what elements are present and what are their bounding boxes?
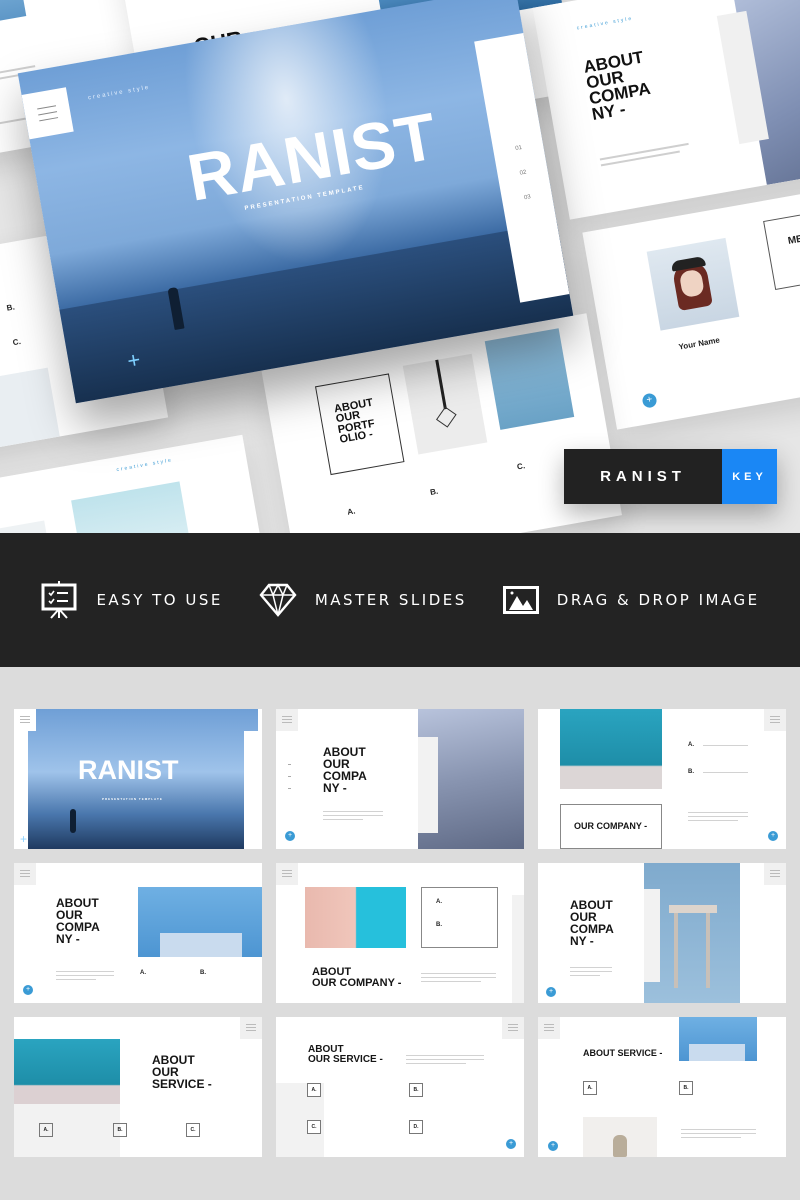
plus-icon[interactable]: +: [546, 987, 556, 997]
hamburger-icon[interactable]: [14, 863, 36, 885]
cover-title: RANIST: [78, 755, 179, 785]
table-photo: [138, 887, 262, 957]
lamp-photo: [402, 353, 488, 455]
bicycle-photo: [14, 1039, 120, 1104]
thumbnail-about-company-3[interactable]: A. B. ABOUT OUR COMPANY -: [276, 863, 524, 1003]
slide-title: ABOUT OUR COMPA NY -: [56, 896, 100, 946]
person-silhouette: [70, 809, 76, 833]
thumbnail-about-service-1[interactable]: ABOUT OUR SERVICE - A. B. C.: [14, 1017, 262, 1157]
thumbnail-about-service-2[interactable]: ABOUT OUR SERVICE - A. C. B. D. +: [276, 1017, 524, 1157]
feature-drag-drop-image: DRAG & DROP IMAGE: [502, 586, 760, 614]
thumbnail-about-company-2[interactable]: ABOUT OUR COMPA NY - A. B. +: [14, 863, 262, 1003]
bicycle-photo: [560, 709, 662, 789]
bg-slide-team: Your Name MEET THE TEAM - A. B. +: [582, 175, 800, 430]
plus-icon[interactable]: +: [641, 392, 658, 409]
table-photo: [679, 1017, 757, 1061]
team-photo: [646, 237, 740, 331]
thumbnail-about-service-3[interactable]: ABOUT SERVICE - A. B. +: [538, 1017, 786, 1157]
list-frame: [421, 887, 498, 948]
hamburger-icon[interactable]: [21, 87, 74, 140]
brand-name: RANIST: [564, 449, 722, 504]
team-frame: MEET THE TEAM -: [763, 196, 800, 291]
stool-photo: [484, 328, 575, 430]
hamburger-icon[interactable]: [538, 1017, 560, 1039]
plus-icon[interactable]: +: [768, 831, 778, 841]
hamburger-icon[interactable]: [764, 863, 786, 885]
building-photo: [71, 481, 196, 533]
plus-icon: +: [20, 832, 28, 846]
portfolio-frame: ABOUT OUR PORTF OLIO -: [314, 373, 405, 476]
chair-photo: [583, 1117, 657, 1157]
thumbnail-about-company-1[interactable]: ABOUT OUR COMPA NY - +: [276, 709, 524, 849]
bg-slide-company-right: creative style ABOUT OUR COMPA NY -: [532, 0, 800, 220]
feature-label: MASTER SLIDES: [314, 591, 467, 609]
hamburger-icon[interactable]: [276, 863, 298, 885]
diamond-icon: [259, 583, 297, 617]
slide-title: ABOUT OUR COMPANY -: [312, 966, 402, 989]
slide-title: ABOUT OUR SERVICE -: [308, 1044, 383, 1065]
feature-band: EASY TO USE MASTER SLIDES DRAG & DROP IM…: [0, 533, 800, 667]
hamburger-icon[interactable]: [14, 709, 36, 731]
feature-easy-to-use: EASY TO USE: [40, 581, 222, 619]
slide-title: ABOUT OUR COMPA NY -: [323, 745, 367, 795]
hamburger-icon[interactable]: [240, 1017, 262, 1039]
feature-master-slides: MASTER SLIDES: [259, 583, 467, 617]
slide-title: ABOUT OUR COMPA NY -: [582, 47, 653, 125]
plus-icon[interactable]: +: [506, 1139, 516, 1149]
brand-badge: RANIST KEY: [564, 449, 777, 504]
hamburger-icon[interactable]: [276, 709, 298, 731]
hamburger-icon[interactable]: [502, 1017, 524, 1039]
plus-icon[interactable]: +: [548, 1141, 558, 1151]
hamburger-icon[interactable]: [764, 709, 786, 731]
hero-collage: OURCOMPANY - A. B. + creative style ABOU…: [0, 0, 800, 533]
slide-title: ABOUT OUR COMPA NY -: [570, 898, 614, 948]
bg-slide-building: creative style: [0, 434, 274, 533]
building-photo: [305, 887, 406, 948]
thumbnail-our-company[interactable]: OUR COMPANY - A. B. +: [538, 709, 786, 849]
presentation-board-icon: [41, 581, 77, 619]
format-badge: KEY: [722, 449, 777, 504]
feature-label: DRAG & DROP IMAGE: [556, 591, 760, 609]
thumbnail-cover[interactable]: RANIST PRESENTATION TEMPLATE +: [14, 709, 262, 849]
slide-title: ABOUT SERVICE -: [583, 1048, 663, 1058]
plus-icon[interactable]: +: [23, 985, 33, 995]
image-icon: [502, 586, 539, 614]
feature-label: EASY TO USE: [96, 591, 223, 609]
building-photo: [0, 0, 27, 41]
slide-title: ABOUT OUR SERVICE -: [152, 1053, 212, 1091]
thumbnail-about-company-4[interactable]: ABOUT OUR COMPA NY - +: [538, 863, 786, 1003]
plus-icon[interactable]: +: [285, 831, 295, 841]
